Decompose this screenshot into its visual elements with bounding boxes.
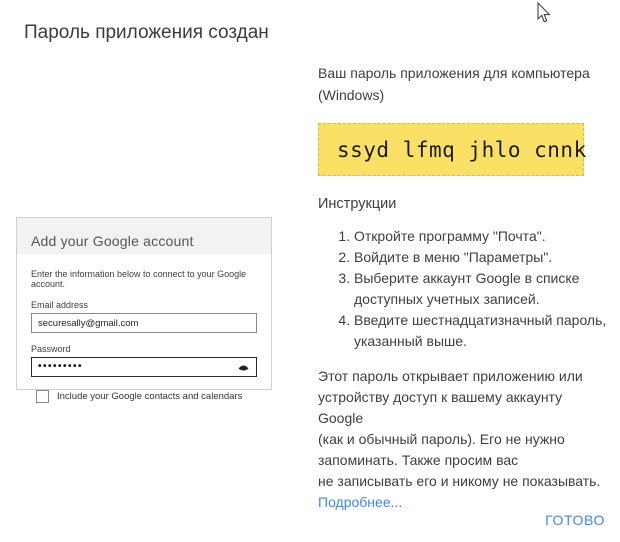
- password-for-text: Ваш пароль приложения для компьютера (Wi…: [318, 65, 590, 103]
- app-password-box: ssyd lfmq jhlo cnnk: [318, 123, 587, 176]
- dialog-title: Add your Google account: [31, 233, 194, 249]
- password-value: •••••••••: [38, 361, 84, 372]
- contacts-checkbox-label: Include your Google contacts and calenda…: [57, 391, 243, 402]
- password-label: Password: [31, 344, 71, 354]
- instructions-heading: Инструкции: [318, 196, 397, 212]
- instruction-step: Введите шестнадцатизначный пароль, указа…: [354, 310, 610, 352]
- contacts-checkbox-row: Include your Google contacts and calenda…: [31, 390, 257, 403]
- password-field[interactable]: •••••••••: [31, 357, 257, 377]
- reveal-password-eye-icon[interactable]: [238, 364, 249, 372]
- instruction-step: Откройте программу "Почта".: [354, 226, 610, 247]
- instruction-step: Выберите аккаунт Google в списке доступн…: [354, 268, 610, 310]
- instructions-list: Откройте программу "Почта". Войдите в ме…: [318, 226, 610, 352]
- instruction-step: Войдите в меню "Параметры".: [354, 247, 610, 268]
- contacts-checkbox[interactable]: [36, 390, 49, 403]
- app-password-value: ssyd lfmq jhlo cnnk: [337, 137, 587, 162]
- password-note-text: Этот пароль открывает приложению или уст…: [318, 368, 601, 489]
- email-label: Email address: [31, 300, 89, 310]
- dialog-subtitle: Enter the information below to connect t…: [31, 269, 247, 289]
- email-field[interactable]: securesally@gmail.com: [31, 313, 257, 333]
- windows-add-account-dialog: Add your Google account Enter the inform…: [16, 217, 272, 403]
- learn-more-link[interactable]: Подробнее...: [318, 492, 402, 513]
- dialog-body: Enter the information below to connect t…: [17, 254, 271, 403]
- email-value: securesally@gmail.com: [38, 317, 139, 329]
- page-title: Пароль приложения создан: [24, 22, 269, 43]
- app-password-panel: Ваш пароль приложения для компьютера (Wi…: [318, 62, 610, 513]
- done-button[interactable]: ГОТОВО: [543, 508, 607, 532]
- mouse-cursor-icon: [537, 2, 551, 23]
- dialog-header: Add your Google account: [17, 218, 271, 254]
